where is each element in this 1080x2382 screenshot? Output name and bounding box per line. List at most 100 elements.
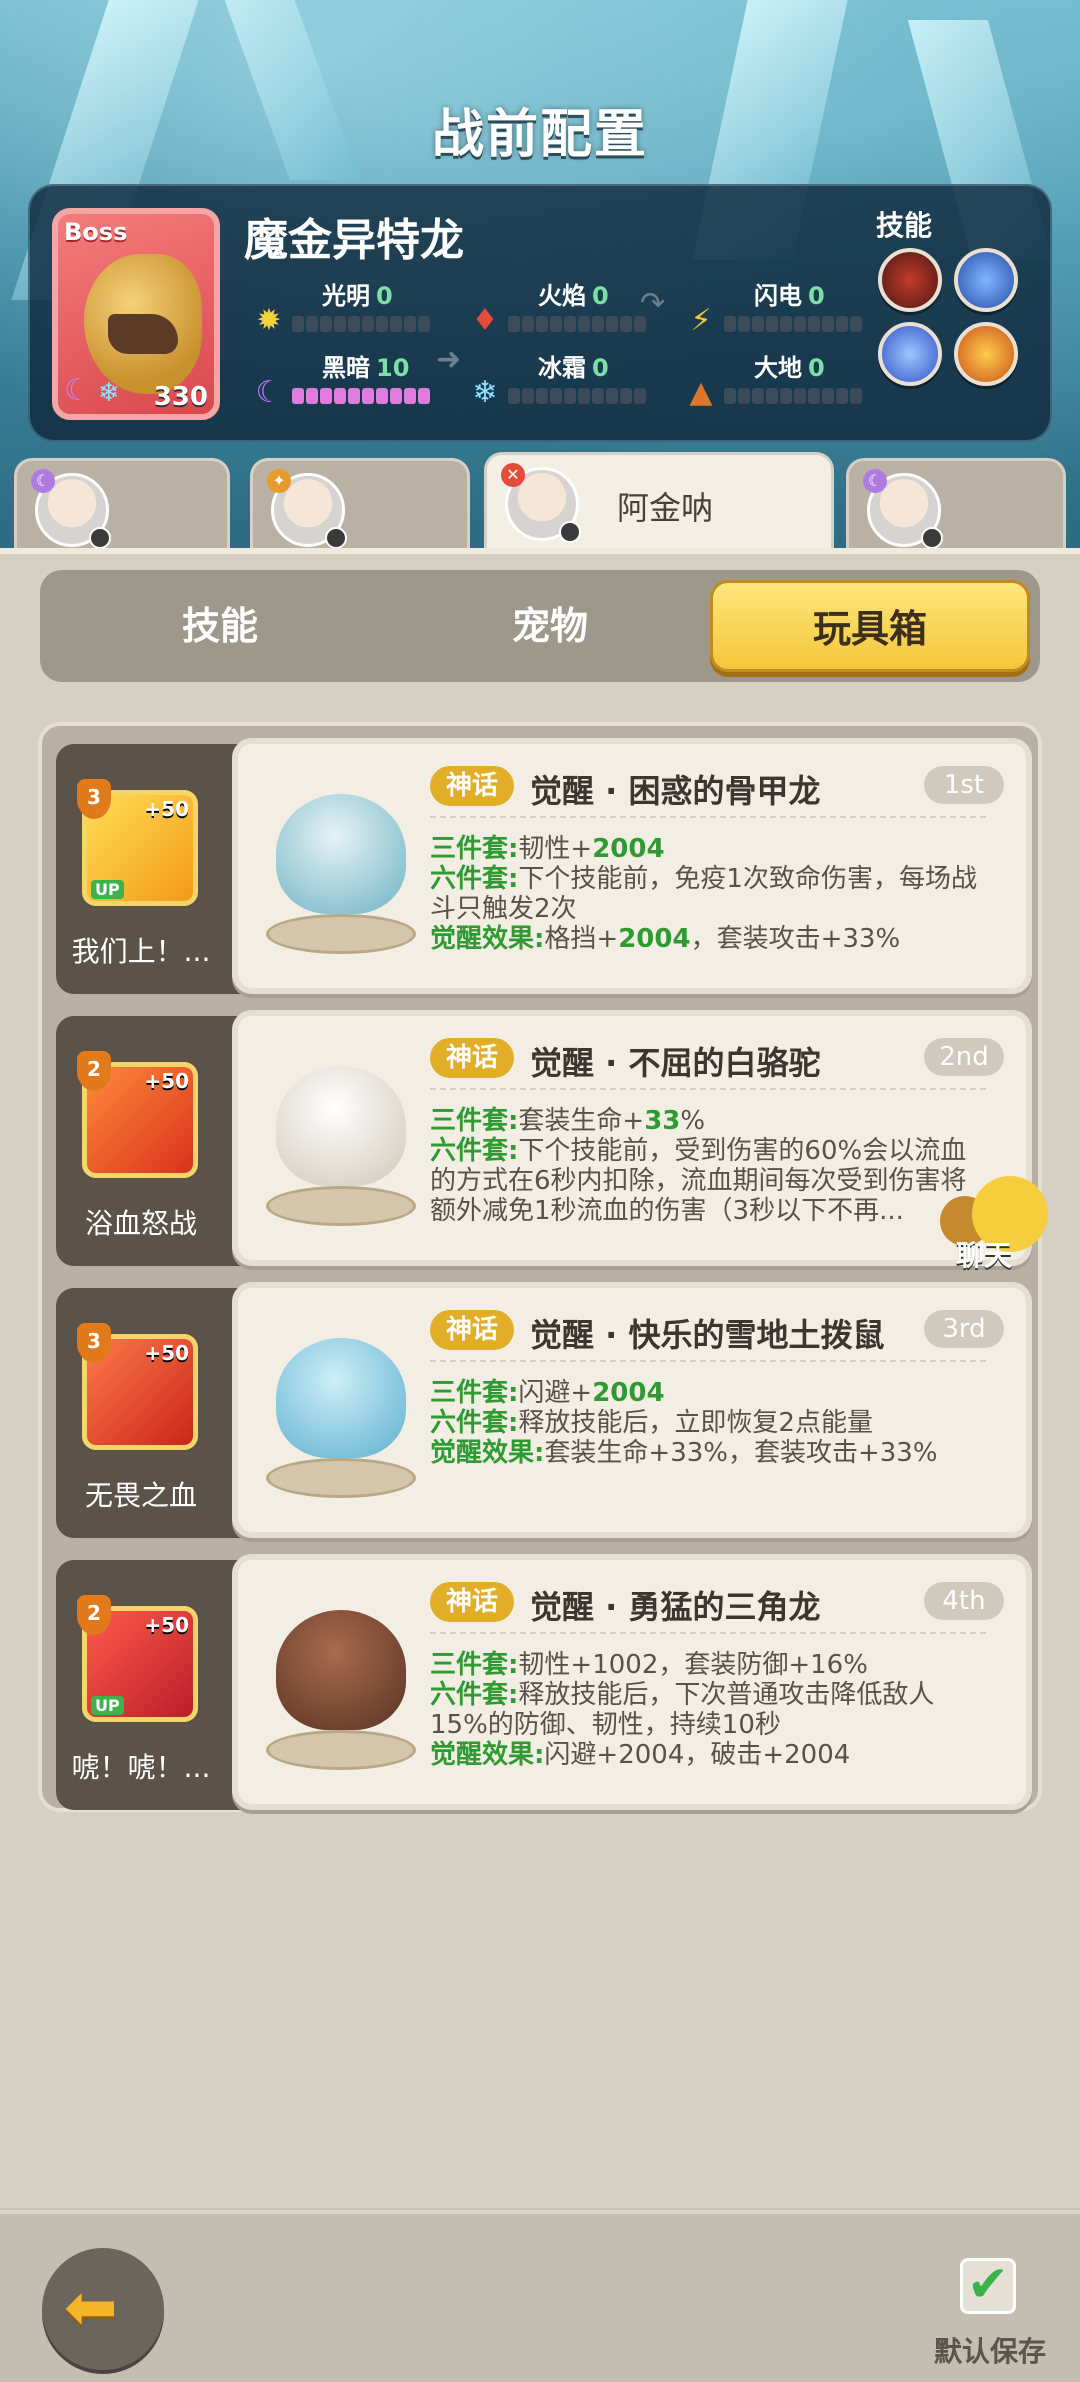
toy-name: 我们上！...	[71, 935, 211, 968]
element-badge-icon: ✕	[501, 463, 525, 487]
toy-plus: +50	[144, 1069, 189, 1093]
arrow-icon: ➜	[436, 342, 462, 377]
toy-name: 浴血怒战	[84, 1207, 197, 1240]
sun-skill-icon[interactable]	[954, 322, 1018, 386]
pet-description: 三件套:韧性+1002，套装防御+16% 六件套:释放技能后，下次普通攻击降低敌…	[430, 1650, 935, 1770]
lock-icon	[921, 527, 943, 549]
element-light: 光明 0 ✹	[252, 276, 482, 342]
mythic-badge: 神话	[430, 766, 514, 806]
pet-title: 觉醒 · 快乐的雪地土拨鼠	[530, 1316, 885, 1354]
character-tab-2[interactable]: ✦	[250, 458, 470, 550]
default-save-checkbox[interactable]: ✔	[960, 2255, 1016, 2314]
boss-portrait[interactable]: Boss ☾ ❄ 330	[52, 208, 220, 420]
pet-card[interactable]: 神话 觉醒 · 勇猛的三角龙 4th 三件套:韧性+1002，套装防御+16% …	[232, 1554, 1032, 1810]
moon-icon: ☾	[64, 373, 91, 408]
pet-card[interactable]: 神话 觉醒 · 不屈的白骆驼 2nd 三件套:套装生命+33% 六件套:下个技能…	[232, 1010, 1032, 1266]
pet-description: 三件套:闪避+2004 六件套:释放技能后，立即恢复2点能量 觉醒效果:套装生命…	[430, 1378, 938, 1468]
element-label: 火焰 0	[538, 282, 609, 310]
chat-label: 聊天	[956, 1239, 1013, 1272]
boss-level: 330	[153, 382, 208, 412]
toy-icon[interactable]: 3 +50	[77, 1323, 198, 1450]
checkmark-icon: ✔	[967, 2255, 1009, 2313]
pet-card[interactable]: 神话 觉醒 · 快乐的雪地土拨鼠 3rd 三件套:闪避+2004 六件套:释放技…	[232, 1282, 1032, 1538]
toy-icon[interactable]: 2 +50 UP	[77, 1595, 198, 1722]
tab-toybox[interactable]: 玩具箱	[710, 580, 1030, 672]
snowflake-icon: ❄	[98, 378, 120, 408]
lightning-skill-icon[interactable]	[954, 248, 1018, 312]
category-tabs: 技能 宠物 玩具箱	[40, 570, 1040, 682]
toy-icon[interactable]: 3 +50 UP	[77, 779, 198, 906]
boss-tag: Boss	[64, 218, 128, 246]
list-item[interactable]: 3 +50 无畏之血 神话 觉醒 · 快乐的雪地土拨鼠 3rd 三件套:闪避+2…	[56, 1282, 1032, 1538]
rank-badge: 1st	[924, 766, 1004, 804]
tab-skills[interactable]: 技能	[60, 580, 380, 672]
character-tab-4[interactable]: ☾	[846, 458, 1066, 550]
back-arrow-icon: ⬅	[64, 2271, 118, 2345]
element-bar	[292, 316, 430, 332]
bottom-bar: ⬅ ✔ 默认保存	[0, 2210, 1080, 2382]
white-camel-icon	[256, 1036, 426, 1236]
tab-pets[interactable]: 宠物	[390, 580, 710, 672]
divider	[430, 1088, 986, 1090]
toy-name: 无畏之血	[84, 1479, 197, 1512]
rank-badge: 2nd	[924, 1038, 1004, 1076]
mountain-icon: ▲	[689, 375, 713, 410]
divider	[430, 1360, 986, 1362]
snowflake-icon: ❄	[472, 375, 498, 410]
pet-title: 觉醒 · 困惑的骨甲龙	[530, 772, 821, 810]
pet-title: 觉醒 · 不屈的白骆驼	[530, 1044, 821, 1082]
element-ice: 冰霜 0 ❄	[468, 348, 698, 414]
page-title: 战前配置	[431, 105, 648, 165]
list-item[interactable]: 2 +50 浴血怒战 神话 觉醒 · 不屈的白骆驼 2nd 三件套:套装生命+3…	[56, 1010, 1032, 1266]
rank-badge: 3rd	[924, 1310, 1004, 1348]
mythic-badge: 神话	[430, 1038, 514, 1078]
triceratops-icon	[256, 1580, 426, 1780]
toy-name: 唬！唬！...	[71, 1751, 211, 1784]
thunder-orb-skill-icon[interactable]	[878, 322, 942, 386]
mouth-skill-icon[interactable]	[878, 248, 942, 312]
boss-panel: Boss ☾ ❄ 330 魔金异特龙 光明 0 ✹ 火焰 0 ♦ 闪电 0 ⚡ 黑暗 1…	[28, 184, 1052, 442]
toy-plus: +50	[144, 1341, 189, 1365]
snow-marmot-icon	[256, 1308, 426, 1508]
toy-level: 2	[77, 1051, 111, 1091]
character-tab-1[interactable]: ☾	[14, 458, 230, 550]
element-label: 黑暗 10	[322, 354, 410, 382]
element-bar	[508, 388, 646, 404]
toy-list: 3 +50 UP 我们上！... 神话 觉醒 · 困惑的骨甲龙 1st 三件套:…	[38, 722, 1042, 1812]
pet-description: 三件套:套装生命+33% 六件套:下个技能前，受到伤害的60%会以流血的方式在6…	[430, 1106, 967, 1226]
toy-plus: +50	[144, 797, 189, 821]
toy-level: 3	[77, 779, 111, 819]
divider	[430, 1632, 986, 1634]
pet-description: 三件套:韧性+2004 六件套:下个技能前，免疫1次致命伤害，每场战斗只触发2次…	[430, 834, 977, 954]
list-item[interactable]: 3 +50 UP 我们上！... 神话 觉醒 · 困惑的骨甲龙 1st 三件套:…	[56, 738, 1032, 994]
mythic-badge: 神话	[430, 1310, 514, 1350]
arrow-icon: ↷	[640, 286, 666, 321]
toy-level: 3	[77, 1323, 111, 1363]
pet-title: 觉醒 · 勇猛的三角龙	[530, 1588, 821, 1626]
default-save-label: 默认保存	[934, 2335, 1047, 2368]
pet-card[interactable]: 神话 觉醒 · 困惑的骨甲龙 1st 三件套:韧性+2004 六件套:下个技能前…	[232, 738, 1032, 994]
element-badge-icon: ✦	[267, 469, 291, 493]
moon-icon: ☾	[255, 375, 283, 410]
toy-icon[interactable]: 2 +50	[77, 1051, 198, 1178]
element-bar	[292, 388, 430, 404]
toy-level: 2	[77, 1595, 111, 1635]
chat-button[interactable]: 聊天	[932, 1176, 1052, 1296]
skills-label: 技能	[876, 209, 933, 242]
element-bar	[724, 388, 862, 404]
list-item[interactable]: 2 +50 UP 唬！唬！... 神话 觉醒 · 勇猛的三角龙 4th 三件套:…	[56, 1554, 1032, 1810]
character-name: 阿金呐	[617, 489, 714, 527]
dragon-portrait-icon	[84, 254, 202, 394]
bone-dragon-icon	[256, 764, 426, 964]
rank-badge: 4th	[924, 1582, 1004, 1620]
element-label: 光明 0	[322, 282, 393, 310]
lock-icon	[89, 527, 111, 549]
back-button[interactable]: ⬅	[42, 2248, 164, 2370]
character-tab-3[interactable]: ✕ 阿金呐	[484, 452, 834, 552]
element-badge-icon: ☾	[863, 469, 887, 493]
element-bar	[508, 316, 646, 332]
upgrade-badge: UP	[91, 880, 124, 899]
boss-name: 魔金异特龙	[244, 215, 464, 266]
element-bar	[724, 316, 862, 332]
element-label: 大地 0	[754, 354, 825, 382]
